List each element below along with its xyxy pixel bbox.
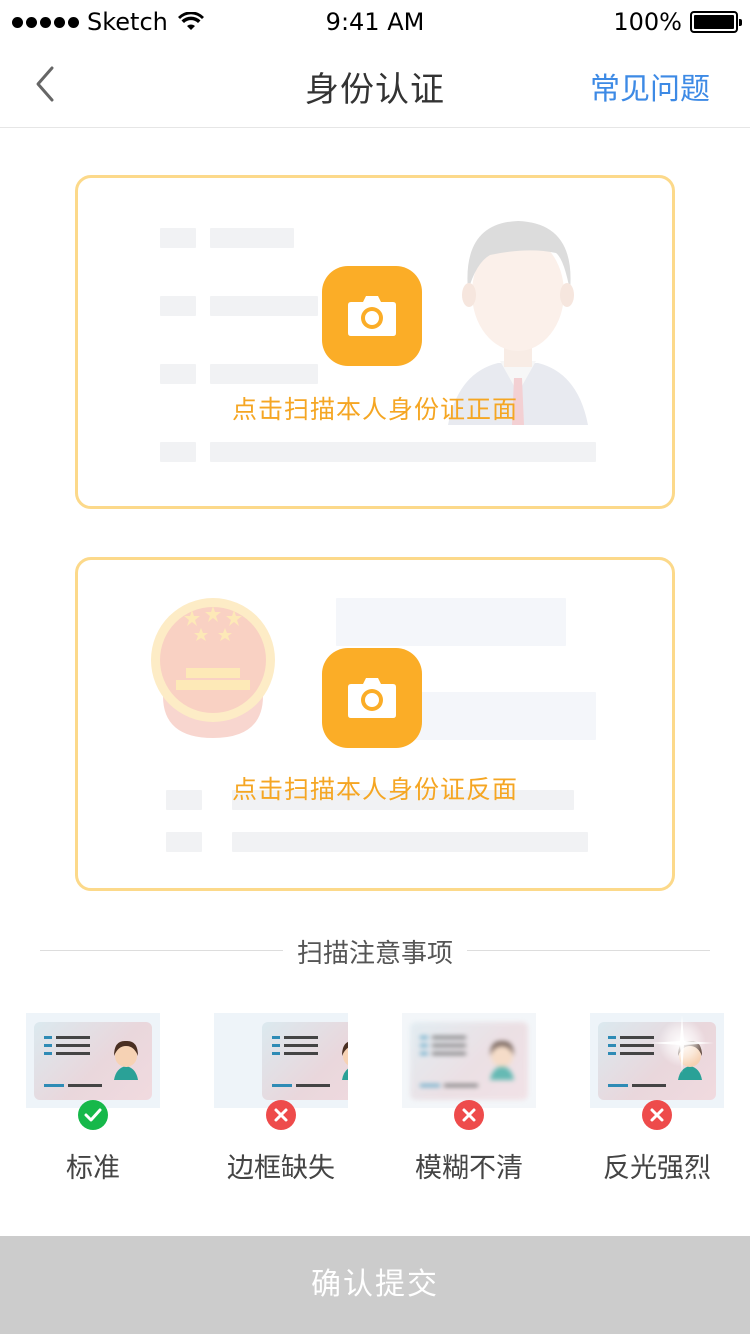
nav-bar: 身份认证 常见问题 xyxy=(0,40,750,128)
scan-back-camera-button[interactable] xyxy=(322,648,422,748)
glare-icon xyxy=(650,1015,714,1073)
scan-back-card[interactable]: 点击扫描本人身份证反面 xyxy=(75,557,675,891)
scan-front-camera-button[interactable] xyxy=(322,266,422,366)
check-icon xyxy=(78,1100,108,1130)
id-card-sample-icon xyxy=(420,1036,514,1087)
scan-front-card[interactable]: 点击扫描本人身份证正面 xyxy=(75,175,675,509)
placeholder-line xyxy=(232,832,588,852)
id-card-sample xyxy=(410,1022,528,1100)
tip-label: 边框缺失 xyxy=(227,1153,335,1184)
error-icon xyxy=(266,1100,296,1130)
tip-label: 模糊不清 xyxy=(415,1153,523,1184)
tip-blurry: 模糊不清 xyxy=(402,1013,536,1188)
error-icon xyxy=(454,1100,484,1130)
placeholder-line xyxy=(210,442,596,462)
id-card-sample xyxy=(34,1022,152,1100)
scan-back-label: 点击扫描本人身份证反面 xyxy=(231,775,518,804)
id-card-sample-icon xyxy=(44,1036,138,1087)
faq-link[interactable]: 常见问题 xyxy=(590,64,710,108)
submit-button[interactable]: 确认提交 xyxy=(0,1236,750,1334)
placeholder-block xyxy=(336,598,566,646)
tip-label: 标准 xyxy=(66,1153,120,1184)
chevron-left-icon xyxy=(36,66,54,102)
placeholder-line xyxy=(160,442,196,462)
battery-area: 100% xyxy=(613,8,742,36)
placeholder-line xyxy=(210,364,318,384)
id-card-sample-icon xyxy=(272,1036,348,1087)
placeholder-line xyxy=(166,832,202,852)
error-icon xyxy=(642,1100,672,1130)
tip-thumbnail xyxy=(590,1013,724,1108)
placeholder-line xyxy=(160,364,196,384)
tips-header: 扫描注意事项 xyxy=(40,930,710,970)
tip-edge-missing: 边框缺失 xyxy=(214,1013,348,1188)
tips-divider xyxy=(467,950,710,951)
back-button[interactable] xyxy=(28,62,68,106)
tip-label: 反光强烈 xyxy=(603,1153,711,1184)
status-bar: Sketch 9:41 AM 100% xyxy=(0,0,750,40)
tips-title: 扫描注意事项 xyxy=(282,939,467,969)
scan-front-label: 点击扫描本人身份证正面 xyxy=(231,395,518,424)
camera-icon xyxy=(348,296,396,336)
battery-icon xyxy=(690,11,742,33)
battery-percent: 100% xyxy=(613,8,682,36)
tip-standard: 标准 xyxy=(26,1013,160,1188)
tip-glare: 反光强烈 xyxy=(590,1013,724,1188)
tips-title-wrap: 扫描注意事项 xyxy=(40,933,710,970)
placeholder-line xyxy=(210,228,294,248)
tip-thumbnail xyxy=(402,1013,536,1108)
national-emblem-icon xyxy=(151,598,275,738)
id-card-sample xyxy=(262,1022,348,1100)
placeholder-line xyxy=(210,296,318,316)
camera-icon xyxy=(348,678,396,718)
placeholder-line xyxy=(160,228,196,248)
tip-thumbnail xyxy=(26,1013,160,1108)
placeholder-line xyxy=(160,296,196,316)
tip-thumbnail xyxy=(214,1013,348,1108)
